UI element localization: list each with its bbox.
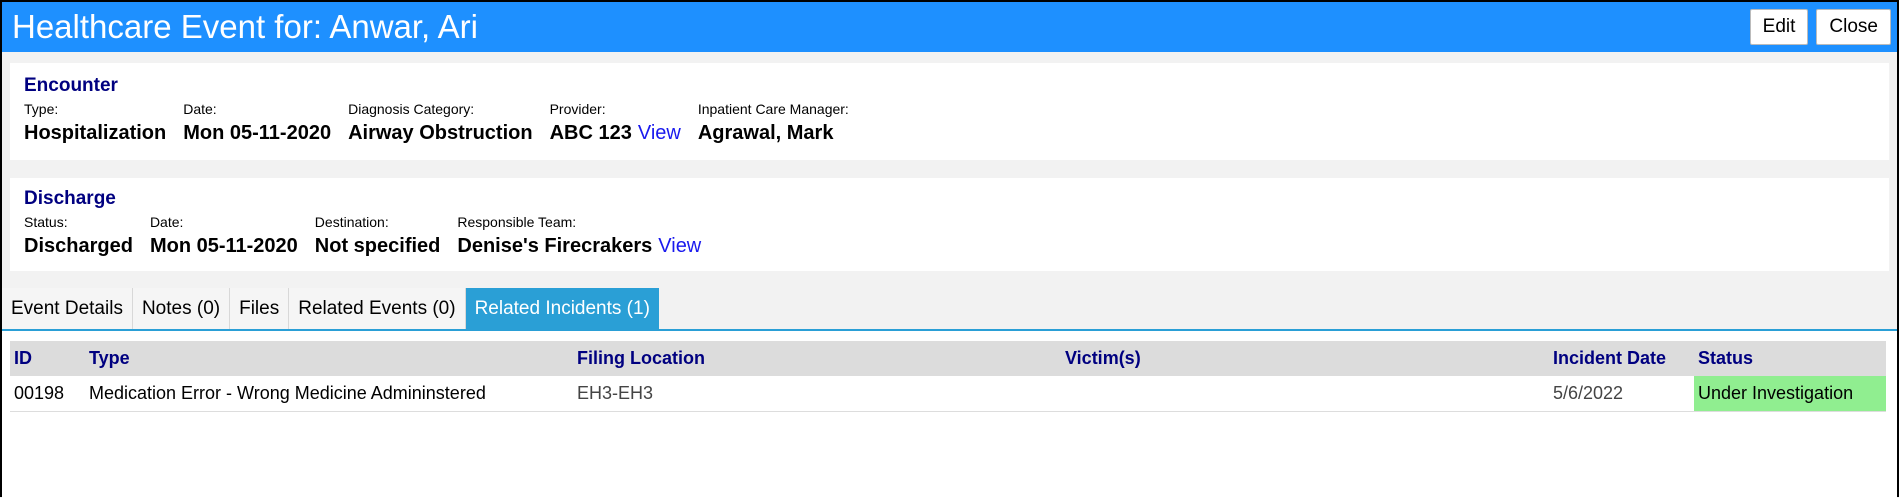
tab-related-events[interactable]: Related Events (0) [289,288,466,329]
field-value: Discharged [24,235,133,257]
column-header-id[interactable]: ID [10,341,85,376]
edit-button[interactable]: Edit [1749,9,1809,45]
encounter-title: Encounter [24,75,118,96]
column-header-incident-date[interactable]: Incident Date [1549,341,1694,376]
field-value: ABC 123 [549,122,632,144]
team-view-link[interactable]: View [658,235,701,257]
discharge-section: Discharge Status: Discharged Date: Mon 0… [10,178,1889,271]
cell-filing-location: EH3-EH3 [573,376,1061,412]
tab-related-incidents[interactable]: Related Incidents (1) [465,288,659,329]
column-header-filing-location[interactable]: Filing Location [573,341,1061,376]
field-value: Mon 05-11-2020 [183,122,332,144]
column-header-status[interactable]: Status [1694,341,1886,376]
field-label: Type: [24,101,59,117]
field-value: Denise's Firecrakers [457,235,653,257]
table-row[interactable]: 00198 Medication Error - Wrong Medicine … [10,376,1886,412]
encounter-diagnosis-field: Diagnosis Category: Airway Obstruction [348,101,532,145]
close-button[interactable]: Close [1816,9,1891,45]
cell-incident-date: 5/6/2022 [1549,376,1694,412]
team-value-wrap: Denise's Firecrakers View [457,235,701,258]
cell-id: 00198 [10,376,85,412]
status-badge: Under Investigation [1694,376,1886,412]
encounter-fields: Type: Hospitalization Date: Mon 05-11-20… [24,101,1875,145]
header-buttons: Edit Close [1749,9,1891,45]
discharge-team-field: Responsible Team: Denise's Firecrakers Vi… [457,214,701,258]
tab-notes[interactable]: Notes (0) [132,288,231,329]
column-header-victims[interactable]: Victim(s) [1061,341,1549,376]
encounter-care-manager-field: Inpatient Care Manager: Agrawal, Mark [698,101,849,145]
field-value: Agrawal, Mark [697,122,834,144]
incidents-table: ID Type Filing Location Victim(s) Incide… [10,341,1886,412]
field-label: Diagnosis Category: [348,101,475,117]
field-label: Provider: [549,101,606,117]
field-value: Hospitalization [24,122,167,144]
encounter-section: Encounter Type: Hospitalization Date: Mo… [10,63,1889,160]
cell-type: Medication Error - Wrong Medicine Admini… [85,376,573,412]
field-value: Airway Obstruction [348,122,533,144]
dialog-header: Healthcare Event for: Anwar, Ari Edit Cl… [2,2,1897,52]
tab-event-details[interactable]: Event Details [2,288,133,329]
field-label: Date: [149,214,184,230]
field-value: Not specified [314,235,441,257]
field-label: Destination: [314,214,389,230]
tab-files[interactable]: Files [230,288,290,329]
discharge-fields: Status: Discharged Date: Mon 05-11-2020 … [24,214,1875,258]
field-label: Date: [183,101,217,117]
cell-victims [1061,376,1549,412]
discharge-status-field: Status: Discharged [24,214,133,258]
field-label: Inpatient Care Manager: [697,101,849,117]
field-label: Status: [24,214,68,230]
tab-bar: Event Details Notes (0) Files Related Ev… [2,288,1897,331]
related-incidents-panel: ID Type Filing Location Victim(s) Incide… [2,331,1897,498]
discharge-destination-field: Destination: Not specified [315,214,441,258]
discharge-title: Discharge [24,188,116,209]
encounter-type-field: Type: Hospitalization [24,101,166,145]
field-value: Mon 05-11-2020 [149,235,298,257]
field-label: Responsible Team: [457,214,577,230]
discharge-date-field: Date: Mon 05-11-2020 [150,214,298,258]
table-header-row: ID Type Filing Location Victim(s) Incide… [10,341,1886,376]
provider-view-link[interactable]: View [638,122,681,144]
column-header-type[interactable]: Type [85,341,573,376]
page-title: Healthcare Event for: Anwar, Ari [12,8,478,45]
encounter-date-field: Date: Mon 05-11-2020 [183,101,331,145]
provider-value-wrap: ABC 123 View [550,122,681,145]
encounter-provider-field: Provider: ABC 123 View [550,101,681,145]
